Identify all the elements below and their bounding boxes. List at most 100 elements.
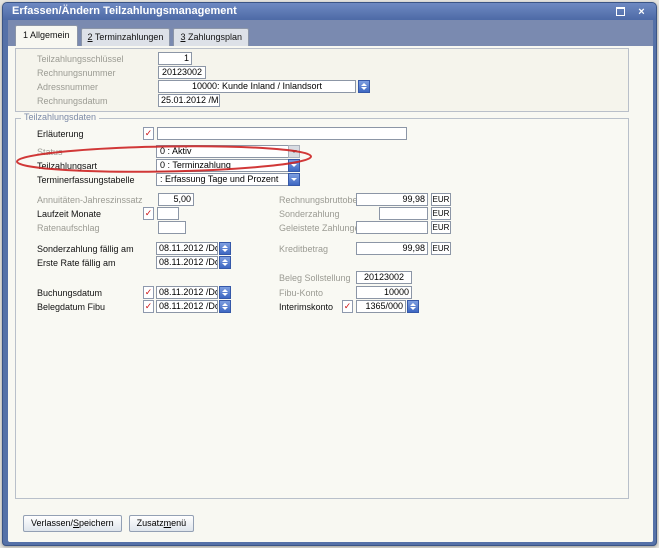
teilzahlungsschluessel-label: Teilzahlungsschlüssel bbox=[37, 53, 124, 66]
belegdatum-label: Belegdatum Fibu bbox=[37, 301, 105, 314]
status-select: 0 : Aktiv bbox=[156, 145, 300, 158]
tab-zahlungsplan-label: Zahlungsplan bbox=[185, 32, 242, 42]
restore-icon bbox=[616, 7, 625, 16]
belegdatum-check-icon[interactable]: ✓ bbox=[143, 300, 154, 313]
terminerfassungstabelle-select[interactable]: : Erfassung Tage und Prozent bbox=[156, 173, 300, 186]
status-label: Status bbox=[37, 146, 63, 159]
buchungsdatum-spinner[interactable] bbox=[219, 286, 231, 299]
dropdown-arrow-icon bbox=[291, 150, 297, 153]
kreditbetrag-currency-label: EUR bbox=[431, 242, 451, 255]
geleistete-currency-label: EUR bbox=[431, 221, 451, 234]
interimskonto-field[interactable]: 1365/000 bbox=[356, 300, 406, 313]
erste-rate-spinner[interactable] bbox=[219, 256, 231, 269]
teilzahlungsart-value: 0 : Terminzahlung bbox=[156, 159, 288, 172]
terminerfassungstabelle-label: Terminerfassungstabelle bbox=[37, 174, 135, 187]
fibu-konto-field: 10000 bbox=[356, 286, 412, 299]
erlaeuterung-input[interactable] bbox=[157, 127, 407, 140]
sonderzahlung-label: Sonderzahlung bbox=[279, 208, 340, 221]
spin-down-icon bbox=[410, 307, 416, 310]
erste-rate-label: Erste Rate fällig am bbox=[37, 257, 116, 270]
spin-up-icon bbox=[222, 245, 228, 248]
fibu-konto-label: Fibu-Konto bbox=[279, 287, 323, 300]
button-row: Verlassen/Speichern Zusatzmenü bbox=[23, 515, 194, 532]
zusatz-label-pre: Zusatz bbox=[137, 518, 164, 528]
belegdatum-date-field[interactable]: 08.11.2012 /Do bbox=[156, 300, 218, 313]
verlassen-speichern-button[interactable]: Verlassen/Speichern bbox=[23, 515, 122, 532]
zusatz-label-key: m bbox=[164, 518, 172, 528]
rechnungsdatum-field: 25.01.2012 /Mi bbox=[158, 94, 220, 107]
teilzahlungsart-dropdown-button[interactable] bbox=[288, 159, 300, 172]
spin-up-icon bbox=[222, 289, 228, 292]
geleistete-field bbox=[356, 221, 428, 234]
tab-page-allgemein: Teilzahlungsschlüssel 1 Rechnungsnummer … bbox=[8, 46, 653, 542]
erste-rate-date-field[interactable]: 08.11.2012 /Do bbox=[156, 256, 218, 269]
ratenaufschlag-field bbox=[158, 221, 186, 234]
sonderzahlung-faellig-label: Sonderzahlung fällig am bbox=[37, 243, 134, 256]
geleistete-label: Geleistete Zahlungen bbox=[279, 222, 365, 235]
spin-up-icon bbox=[410, 303, 416, 306]
adressnummer-spinner[interactable] bbox=[358, 80, 370, 93]
spin-down-icon bbox=[222, 263, 228, 266]
laufzeit-check-icon[interactable]: ✓ bbox=[143, 207, 154, 220]
terminerfassungstabelle-value: : Erfassung Tage und Prozent bbox=[156, 173, 288, 186]
group-title: Teilzahlungsdaten bbox=[21, 112, 99, 122]
window-titlebar[interactable]: Erfassen/Ändern Teilzahlungsmanagement × bbox=[3, 3, 656, 20]
sonderzahlung-faellig-spinner[interactable] bbox=[219, 242, 231, 255]
teilzahlungsart-label: Teilzahlungsart bbox=[37, 160, 97, 173]
buchungsdatum-check-icon[interactable]: ✓ bbox=[143, 286, 154, 299]
belegdatum-spinner[interactable] bbox=[219, 300, 231, 313]
tab-allgemein-label: Allgemein bbox=[28, 30, 70, 40]
spin-down-icon bbox=[361, 87, 367, 90]
dropdown-arrow-icon bbox=[291, 164, 297, 167]
verlassen-label-pre: Verlassen/ bbox=[31, 518, 73, 528]
close-icon: × bbox=[638, 6, 644, 18]
adressnummer-field: 10000: Kunde Inland / Inlandsort bbox=[158, 80, 356, 93]
rechnungsdatum-label: Rechnungsdatum bbox=[37, 95, 108, 108]
beleg-sollstellung-label: Beleg Sollstellung bbox=[279, 272, 351, 285]
tab-bar: 1 Allgemein 2 Terminzahlungen 3 Zahlungs… bbox=[8, 20, 653, 46]
tab-allgemein[interactable]: 1 Allgemein bbox=[15, 25, 78, 46]
rechnungsbrutto-field: 99,98 bbox=[356, 193, 428, 206]
spin-down-icon bbox=[222, 293, 228, 296]
teilzahlungsart-select[interactable]: 0 : Terminzahlung bbox=[156, 159, 300, 172]
zusatzmenu-button[interactable]: Zusatzmenü bbox=[129, 515, 195, 532]
sonderzahlung-field bbox=[379, 207, 428, 220]
laufzeit-input[interactable] bbox=[157, 207, 179, 220]
dialog-window: Erfassen/Ändern Teilzahlungsmanagement ×… bbox=[2, 2, 657, 546]
sonderzahlung-currency-label: EUR bbox=[431, 207, 451, 220]
annuitaeten-label: Annuitäten-Jahreszinssatz bbox=[37, 194, 143, 207]
zusatz-label-post: enü bbox=[171, 518, 186, 528]
spin-up-icon bbox=[222, 259, 228, 262]
spin-down-icon bbox=[222, 307, 228, 310]
dropdown-arrow-icon bbox=[291, 178, 297, 181]
erlaeuterung-label: Erläuterung bbox=[37, 128, 84, 141]
interimskonto-check-icon[interactable]: ✓ bbox=[342, 300, 353, 313]
interimskonto-spinner[interactable] bbox=[407, 300, 419, 313]
terminerfassungstabelle-dropdown-button[interactable] bbox=[288, 173, 300, 186]
adressnummer-label: Adressnummer bbox=[37, 81, 98, 94]
spin-down-icon bbox=[222, 249, 228, 252]
kreditbetrag-label: Kreditbetrag bbox=[279, 243, 328, 256]
ratenaufschlag-label: Ratenaufschlag bbox=[37, 222, 100, 235]
spin-up-icon bbox=[222, 303, 228, 306]
status-value: 0 : Aktiv bbox=[156, 145, 288, 158]
beleg-sollstellung-field: 20123002 bbox=[356, 271, 412, 284]
rechnungsnummer-field: 20123002 bbox=[158, 66, 206, 79]
dialog-client-area: 1 Allgemein 2 Terminzahlungen 3 Zahlungs… bbox=[8, 20, 653, 542]
laufzeit-label: Laufzeit Monate bbox=[37, 208, 101, 221]
annuitaeten-field: 5,00 bbox=[158, 193, 194, 206]
sonderzahlung-faellig-date-field[interactable]: 08.11.2012 /Do bbox=[156, 242, 218, 255]
rechnungsbrutto-currency-label: EUR bbox=[431, 193, 451, 206]
erlaeuterung-check-icon[interactable]: ✓ bbox=[143, 127, 154, 140]
restore-button[interactable] bbox=[614, 6, 627, 18]
tab-zahlungsplan[interactable]: 3 Zahlungsplan bbox=[173, 28, 249, 46]
rechnungsnummer-label: Rechnungsnummer bbox=[37, 67, 116, 80]
tab-terminzahlungen-label: Terminzahlungen bbox=[93, 32, 164, 42]
buchungsdatum-date-field[interactable]: 08.11.2012 /Do bbox=[156, 286, 218, 299]
close-button[interactable]: × bbox=[635, 6, 648, 18]
buchungsdatum-label: Buchungsdatum bbox=[37, 287, 102, 300]
tab-terminzahlungen[interactable]: 2 Terminzahlungen bbox=[81, 28, 171, 46]
spin-up-icon bbox=[361, 83, 367, 86]
verlassen-label-post: peichern bbox=[79, 518, 114, 528]
kreditbetrag-field: 99,98 bbox=[356, 242, 428, 255]
